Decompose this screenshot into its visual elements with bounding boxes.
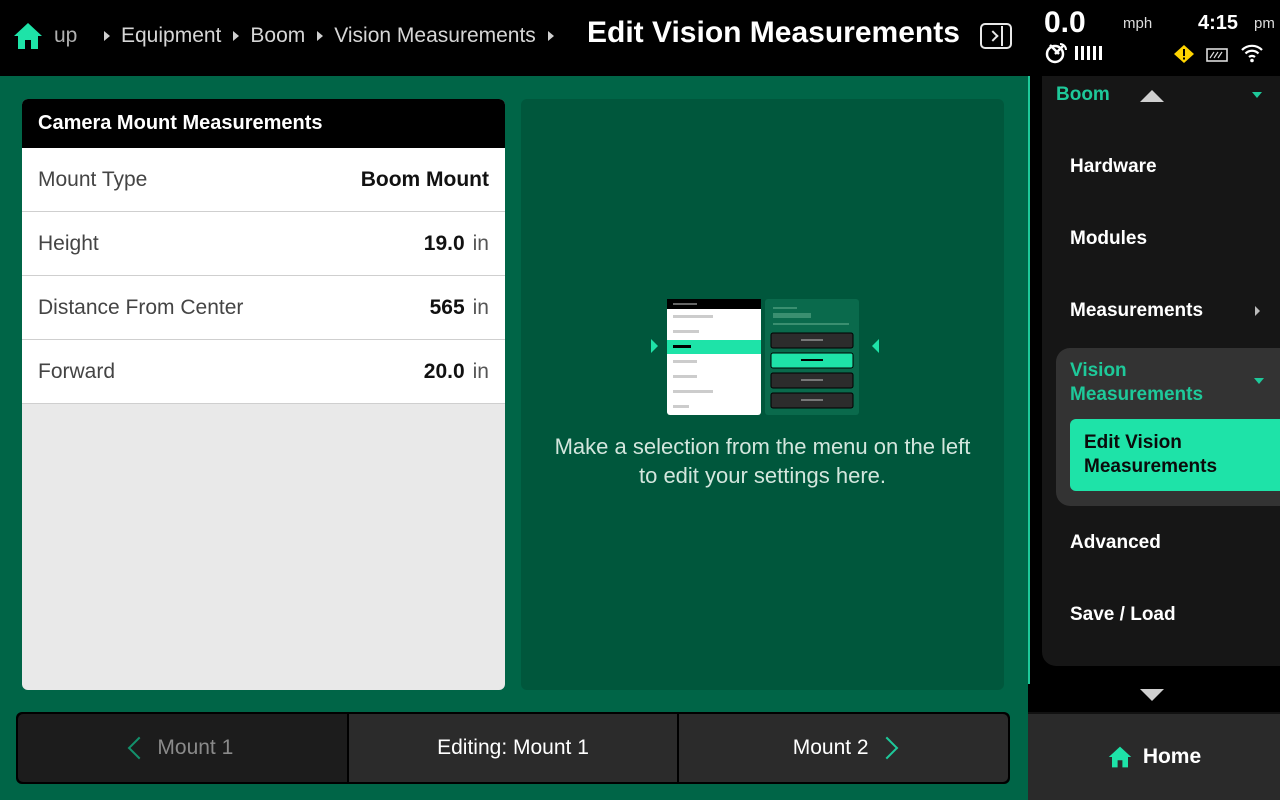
next-mount-button[interactable]: Mount 2 <box>679 714 1009 782</box>
sidebar-scroll-down <box>1028 684 1280 712</box>
current-mount-button[interactable]: Editing: Mount 1 <box>348 714 678 782</box>
speed-readout: 0.0 <box>1044 6 1086 39</box>
page-title: Edit Vision Measurements <box>587 16 960 49</box>
sidebar-item-measurements[interactable]: Measurements <box>1070 300 1203 322</box>
row-value: 19.0 <box>423 231 465 255</box>
chevron-down-icon[interactable] <box>1254 378 1264 384</box>
row-mount-type[interactable]: Mount Type Boom Mount <box>22 148 505 212</box>
sidebar-item-vision-measurements[interactable]: Vision Measurements <box>1070 359 1220 407</box>
sidebar-item-modules[interactable]: Modules <box>1070 228 1147 250</box>
row-value: Boom Mount <box>360 167 489 191</box>
scroll-down-icon[interactable] <box>1140 689 1164 701</box>
row-forward[interactable]: Forward 20.0 in <box>22 340 505 404</box>
chevron-right-icon <box>875 736 898 760</box>
home-icon[interactable] <box>12 21 44 51</box>
sidebar-item-hardware[interactable]: Hardware <box>1070 156 1157 178</box>
status-area: 0.0 mph 4:15 pm <box>1028 0 1280 76</box>
row-height[interactable]: Height 19.0 in <box>22 212 505 276</box>
sidebar-panel: Boom Hardware Modules Measurements Visio… <box>1042 76 1280 666</box>
breadcrumb-item-truncated[interactable]: up <box>54 24 92 48</box>
tank-icon[interactable] <box>1206 47 1228 62</box>
breadcrumb-separator-icon <box>317 31 324 41</box>
row-distance-from-center[interactable]: Distance From Center 565 in <box>22 276 505 340</box>
current-mount-label: Editing: Mount 1 <box>437 736 589 759</box>
row-label: Mount Type <box>38 167 148 191</box>
row-unit: in <box>472 359 489 383</box>
breadcrumb-separator-icon <box>233 31 240 41</box>
speed-unit: mph <box>1123 15 1153 32</box>
breadcrumb-item-equipment[interactable]: Equipment <box>121 24 221 48</box>
breadcrumb-separator-icon <box>104 31 110 41</box>
row-label: Height <box>38 231 99 255</box>
sidebar-group-vision-measurements: Vision Measurements Edit Vision Measurem… <box>1056 348 1280 506</box>
chevron-left-icon <box>128 736 151 760</box>
scroll-up-icon[interactable] <box>1140 90 1164 102</box>
chevron-right-icon <box>1255 306 1260 316</box>
next-mount-label: Mount 2 <box>792 736 869 759</box>
breadcrumb-item-boom[interactable]: Boom <box>250 24 305 48</box>
selection-illustration-icon <box>651 299 879 415</box>
row-label: Forward <box>38 359 116 383</box>
main-content: Camera Mount Measurements Mount Type Boo… <box>0 76 1028 800</box>
sidebar-header[interactable]: Boom <box>1056 84 1110 106</box>
home-button-label: Home <box>1142 745 1202 768</box>
breadcrumb-item-vision-measurements[interactable]: Vision Measurements <box>334 24 536 48</box>
info-message: Make a selection from the menu on the le… <box>554 434 971 488</box>
warning-icon[interactable] <box>1173 44 1195 64</box>
measurements-card: Camera Mount Measurements Mount Type Boo… <box>22 99 505 690</box>
wifi-icon[interactable] <box>1240 43 1264 63</box>
info-panel: Make a selection from the menu on the le… <box>521 99 1004 690</box>
row-label: Distance From Center <box>38 295 244 319</box>
sidebar-item-edit-vision-measurements[interactable]: Edit Vision Measurements <box>1070 419 1280 491</box>
signal-bars-icon <box>1075 46 1102 60</box>
row-value: 565 <box>429 295 465 319</box>
home-button[interactable]: Home <box>1028 712 1280 800</box>
panel-toggle-icon[interactable] <box>980 23 1012 49</box>
prev-mount-label: Mount 1 <box>157 736 234 759</box>
clock-ampm: pm <box>1254 15 1275 32</box>
prev-mount-button[interactable]: Mount 1 <box>18 714 347 782</box>
sidebar-item-advanced[interactable]: Advanced <box>1070 532 1161 554</box>
top-bar: up Equipment Boom Vision Measurements Ed… <box>0 0 1028 76</box>
mount-navigation: Mount 1 Editing: Mount 1 Mount 2 <box>16 712 1010 784</box>
sidebar-accent <box>1028 76 1030 684</box>
card-title: Camera Mount Measurements <box>22 99 505 148</box>
row-unit: in <box>472 231 489 255</box>
row-unit: in <box>472 295 489 319</box>
chevron-down-icon[interactable] <box>1252 92 1262 98</box>
breadcrumb-separator-icon <box>547 31 554 41</box>
clock-time: 4:15 <box>1198 12 1239 34</box>
gps-icon[interactable] <box>1044 42 1068 64</box>
row-value: 20.0 <box>423 359 465 383</box>
breadcrumb: up Equipment Boom Vision Measurements <box>54 0 574 72</box>
sidebar-item-save-load[interactable]: Save / Load <box>1070 604 1176 626</box>
sidebar: Boom Hardware Modules Measurements Visio… <box>1028 76 1280 684</box>
home-icon <box>1108 746 1132 768</box>
